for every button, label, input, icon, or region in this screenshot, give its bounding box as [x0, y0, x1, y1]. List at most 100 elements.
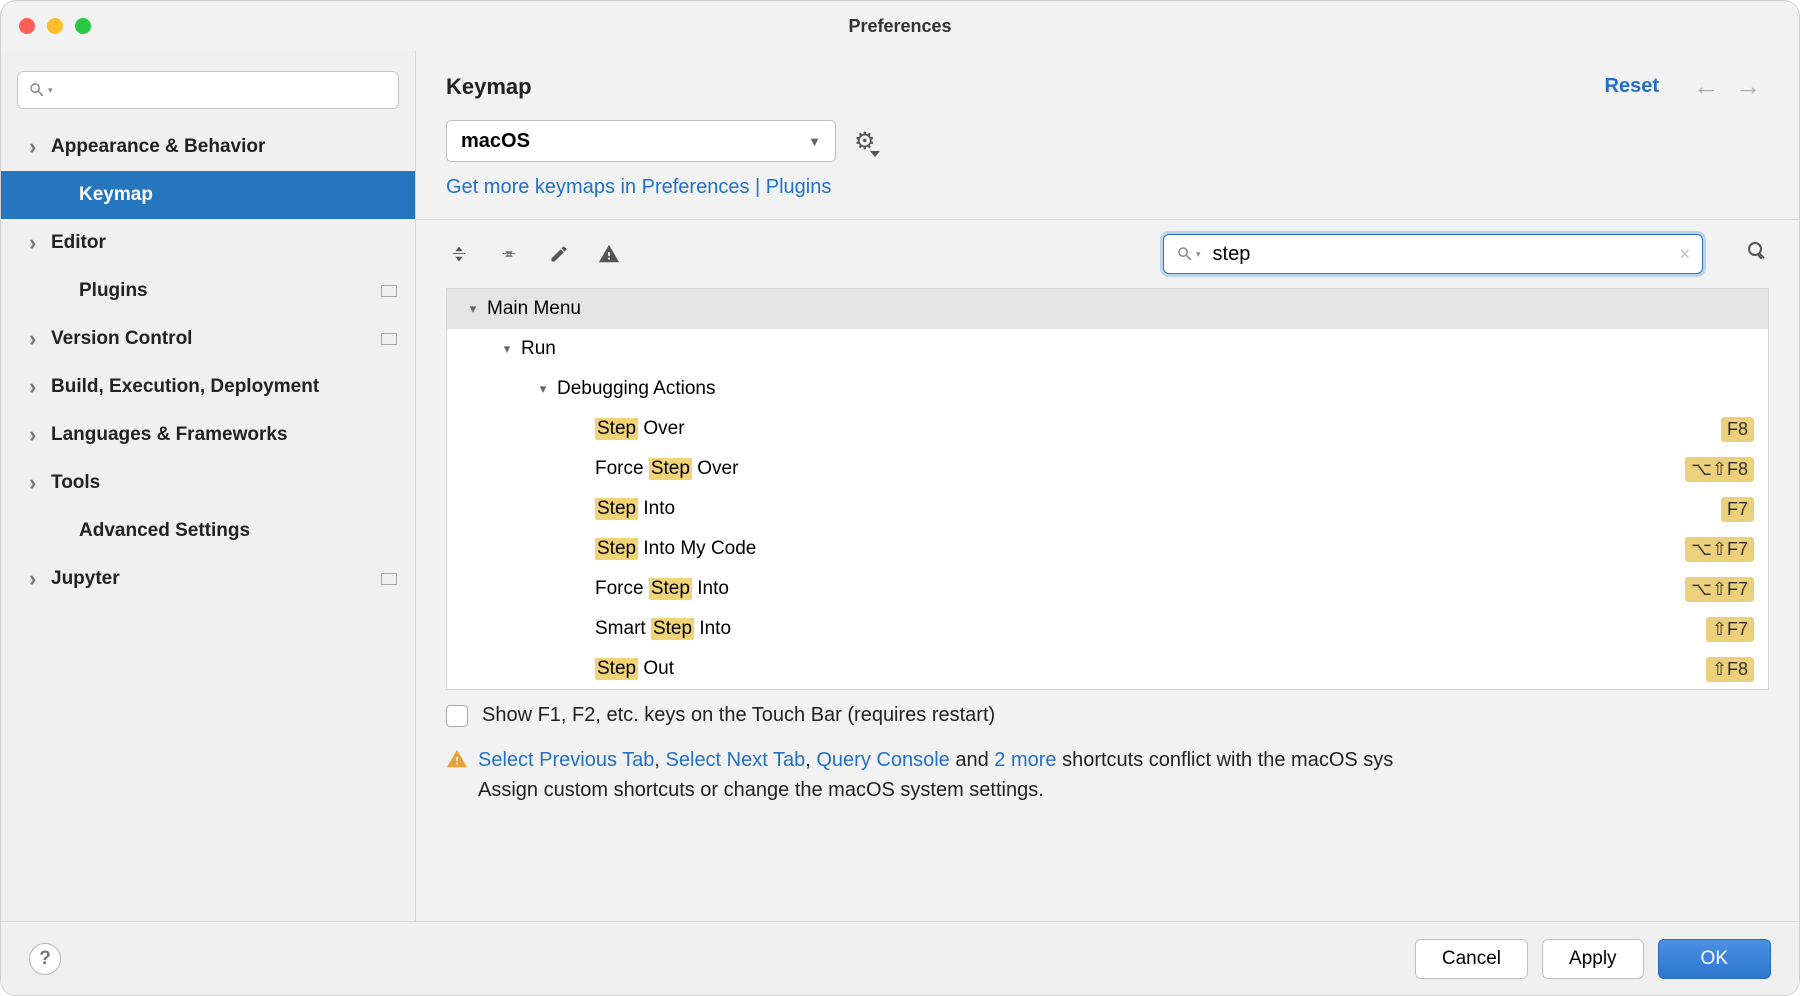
chevron-right-icon: › [29, 422, 51, 448]
sidebar-search[interactable]: ▾ [17, 71, 399, 109]
warning-triangle-icon [446, 748, 468, 779]
chevron-right-icon: › [29, 566, 51, 592]
shortcut-badge: ⌥⇧F7 [1685, 577, 1754, 602]
sidebar-item-label: Advanced Settings [79, 520, 250, 542]
chevron-right-icon: › [29, 374, 51, 400]
more-keymaps-link[interactable]: Get more keymaps in Preferences | Plugin… [416, 162, 1799, 219]
page-title: Keymap [446, 74, 532, 100]
back-arrow-icon[interactable]: ← [1693, 71, 1719, 102]
sidebar-item-keymap[interactable]: Keymap [1, 171, 415, 219]
warning-icon[interactable] [596, 241, 622, 267]
sidebar-item-plugins[interactable]: Plugins [1, 267, 415, 315]
touchbar-checkbox-row: Show F1, F2, etc. keys on the Touch Bar … [416, 690, 1799, 741]
sidebar-item-label: Appearance & Behavior [51, 136, 265, 158]
keymap-scheme-select[interactable]: macOS ▼ [446, 120, 836, 162]
window-title: Preferences [1, 16, 1799, 37]
cancel-button[interactable]: Cancel [1415, 939, 1528, 979]
sidebar-item-version-control[interactable]: ›Version Control [1, 315, 415, 363]
touchbar-checkbox[interactable] [446, 705, 468, 727]
tree-group-label: Main Menu [487, 298, 1754, 320]
footer: ? Cancel Apply OK [1, 921, 1799, 995]
main-panel: Keymap Reset ← → macOS ▼ ⚙ Get more keym… [416, 51, 1799, 921]
shortcut-conflict-warning: Select Previous Tab, Select Next Tab, Qu… [416, 741, 1799, 821]
shortcut-badge: F7 [1721, 497, 1754, 522]
sidebar-item-jupyter[interactable]: ›Jupyter [1, 555, 415, 603]
chevron-down-icon[interactable]: ▾ [459, 301, 487, 317]
touchbar-checkbox-label: Show F1, F2, etc. keys on the Touch Bar … [482, 704, 995, 727]
sidebar-item-appearance-behavior[interactable]: ›Appearance & Behavior [1, 123, 415, 171]
sidebar-item-label: Languages & Frameworks [51, 424, 288, 446]
sidebar-item-advanced-settings[interactable]: Advanced Settings [1, 507, 415, 555]
preferences-window: Preferences ▾ ›Appearance & BehaviorKeym… [0, 0, 1800, 996]
sidebar-item-label: Version Control [51, 328, 192, 350]
sidebar-item-tools[interactable]: ›Tools [1, 459, 415, 507]
search-dropdown-caret-icon[interactable]: ▾ [1196, 249, 1201, 260]
sidebar-item-editor[interactable]: ›Editor [1, 219, 415, 267]
sidebar-item-languages-frameworks[interactable]: ›Languages & Frameworks [1, 411, 415, 459]
sidebar-item-label: Plugins [79, 280, 148, 302]
help-button[interactable]: ? [29, 943, 61, 975]
search-icon [28, 81, 46, 99]
action-tree[interactable]: ▾Main Menu▾Run▾Debugging ActionsStep Ove… [446, 288, 1769, 690]
minimize-icon[interactable] [47, 18, 63, 34]
tree-action-label: Step Into [595, 498, 1721, 520]
find-by-shortcut-icon[interactable] [1745, 239, 1769, 269]
sidebar-item-label: Jupyter [51, 568, 120, 590]
tree-group[interactable]: ▾Debugging Actions [447, 369, 1768, 409]
tree-action[interactable]: Step IntoF7 [447, 489, 1768, 529]
collapse-all-icon[interactable] [496, 241, 522, 267]
shortcut-badge: ⌥⇧F7 [1685, 537, 1754, 562]
sidebar-item-label: Editor [51, 232, 106, 254]
keymap-select-row: macOS ▼ ⚙ [416, 120, 1799, 162]
gear-icon[interactable]: ⚙ [854, 127, 876, 156]
shortcut-badge: ⇧F8 [1706, 657, 1754, 682]
chevron-down-icon[interactable]: ▾ [493, 341, 521, 357]
tree-action[interactable]: Step Into My Code⌥⇧F7 [447, 529, 1768, 569]
conflict-link[interactable]: Query Console [816, 749, 949, 771]
project-badge-icon [381, 285, 397, 297]
expand-all-icon[interactable] [446, 241, 472, 267]
sidebar-item-label: Keymap [79, 184, 153, 206]
search-dropdown-caret-icon[interactable]: ▾ [48, 85, 53, 96]
sidebar-item-label: Build, Execution, Deployment [51, 376, 319, 398]
tree-action-label: Step Into My Code [595, 538, 1685, 560]
traffic-lights [19, 18, 91, 34]
tree-group[interactable]: ▾Run [447, 329, 1768, 369]
chevron-right-icon: › [29, 326, 51, 352]
project-badge-icon [381, 333, 397, 345]
chevron-down-icon[interactable]: ▾ [529, 381, 557, 397]
clear-search-icon[interactable]: × [1679, 244, 1690, 265]
tree-action[interactable]: Step Out⇧F8 [447, 649, 1768, 689]
tree-action[interactable]: Force Step Into⌥⇧F7 [447, 569, 1768, 609]
shortcut-badge: ⇧F7 [1706, 617, 1754, 642]
conflict-advice: Assign custom shortcuts or change the ma… [478, 779, 1044, 801]
tree-action-label: Smart Step Into [595, 618, 1706, 640]
keymap-selected-value: macOS [461, 130, 530, 153]
project-badge-icon [381, 573, 397, 585]
ok-button[interactable]: OK [1658, 939, 1771, 979]
tree-action[interactable]: Force Step Over⌥⇧F8 [447, 449, 1768, 489]
content-body: ▾ ›Appearance & BehaviorKeymap›EditorPlu… [1, 51, 1799, 921]
conflict-link[interactable]: Select Next Tab [666, 749, 806, 771]
tree-action[interactable]: Step OverF8 [447, 409, 1768, 449]
reset-button[interactable]: Reset [1605, 75, 1659, 98]
edit-icon[interactable] [546, 241, 572, 267]
sidebar: ▾ ›Appearance & BehaviorKeymap›EditorPlu… [1, 51, 416, 921]
apply-button[interactable]: Apply [1542, 939, 1644, 979]
maximize-icon[interactable] [75, 18, 91, 34]
conflict-link[interactable]: Select Previous Tab [478, 749, 654, 771]
actions-toolbar: ▾ × [416, 220, 1799, 288]
main-header: Keymap Reset ← → [416, 51, 1799, 120]
tree-action-label: Force Step Over [595, 458, 1685, 480]
action-search[interactable]: ▾ × [1163, 234, 1703, 274]
action-search-input[interactable] [1213, 243, 1680, 266]
tree-action[interactable]: Smart Step Into⇧F7 [447, 609, 1768, 649]
tree-group[interactable]: ▾Main Menu [447, 289, 1768, 329]
search-icon [1176, 245, 1194, 263]
sidebar-item-build-execution-deployment[interactable]: ›Build, Execution, Deployment [1, 363, 415, 411]
tree-group-label: Debugging Actions [557, 378, 1754, 400]
conflict-link[interactable]: 2 more [994, 749, 1056, 771]
sidebar-search-input[interactable] [61, 82, 388, 99]
close-icon[interactable] [19, 18, 35, 34]
forward-arrow-icon[interactable]: → [1735, 71, 1761, 102]
